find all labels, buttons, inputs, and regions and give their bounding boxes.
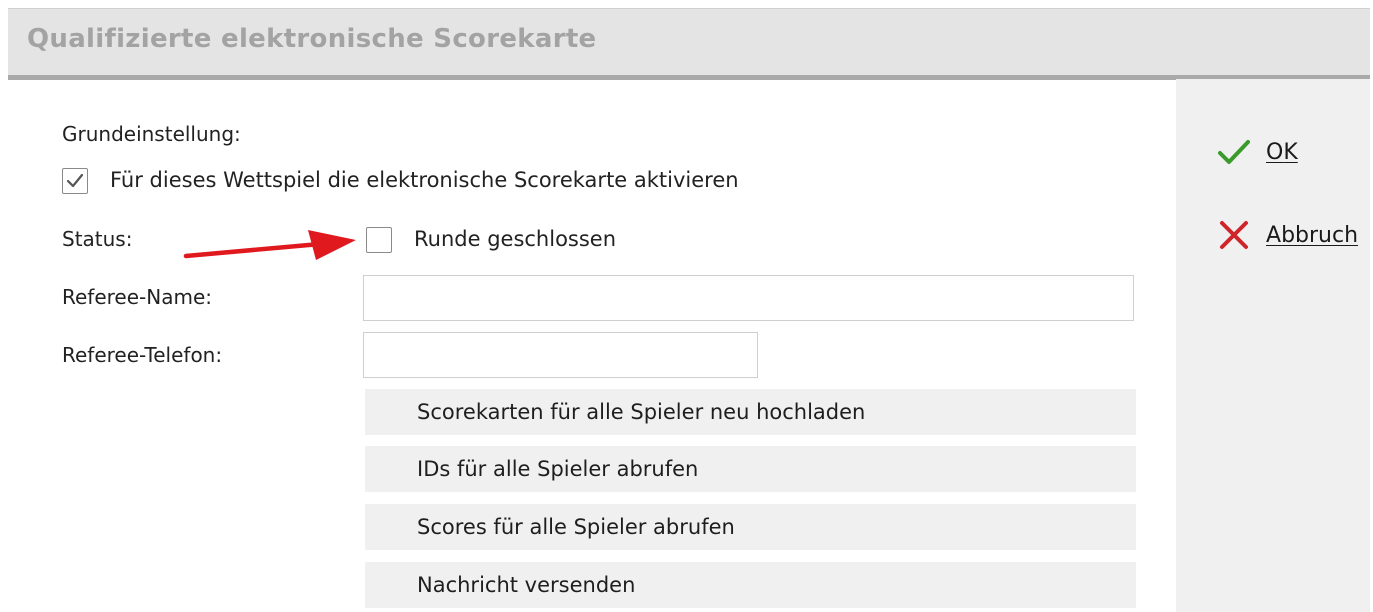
referee-phone-label: Referee-Telefon: <box>62 343 223 367</box>
activate-checkbox[interactable] <box>62 168 88 194</box>
fetch-scores-button[interactable]: Scores für alle Spieler abrufen <box>365 504 1136 550</box>
checkmark-icon <box>66 173 83 187</box>
status-label: Status: <box>62 227 133 251</box>
ok-label-rest: K <box>1283 139 1298 165</box>
referee-name-label: Referee-Name: <box>62 285 212 309</box>
window-title: Qualifizierte elektronische Scorekarte <box>27 24 597 54</box>
title-bar: Qualifizierte elektronische Scorekarte <box>8 8 1370 80</box>
upload-scorecards-button[interactable]: Scorekarten für alle Spieler neu hochlad… <box>365 389 1136 435</box>
ok-mnemonic: O <box>1266 139 1284 165</box>
ok-button[interactable]: OK <box>1216 132 1366 172</box>
round-closed-label: Runde geschlossen <box>414 227 617 251</box>
referee-name-input[interactable] <box>363 275 1134 321</box>
cancel-mnemonic: A <box>1266 222 1282 248</box>
round-closed-checkbox[interactable] <box>366 227 392 253</box>
close-icon <box>1220 221 1248 249</box>
check-icon <box>1218 140 1250 164</box>
cancel-button-label: Abbruch <box>1266 223 1358 248</box>
action-sidebar: OK Abbruch <box>1176 79 1370 612</box>
fetch-ids-button[interactable]: IDs für alle Spieler abrufen <box>365 446 1136 492</box>
cancel-button[interactable]: Abbruch <box>1216 215 1366 255</box>
referee-phone-input[interactable] <box>363 332 758 378</box>
activate-checkbox-label: Für dieses Wettspiel die elektronische S… <box>110 168 739 192</box>
red-arrow-icon <box>183 230 356 260</box>
send-message-button[interactable]: Nachricht versenden <box>365 562 1136 608</box>
cancel-label-rest: bbruch <box>1281 222 1359 248</box>
basic-settings-label: Grundeinstellung: <box>62 122 241 146</box>
ok-button-label: OK <box>1266 140 1298 165</box>
